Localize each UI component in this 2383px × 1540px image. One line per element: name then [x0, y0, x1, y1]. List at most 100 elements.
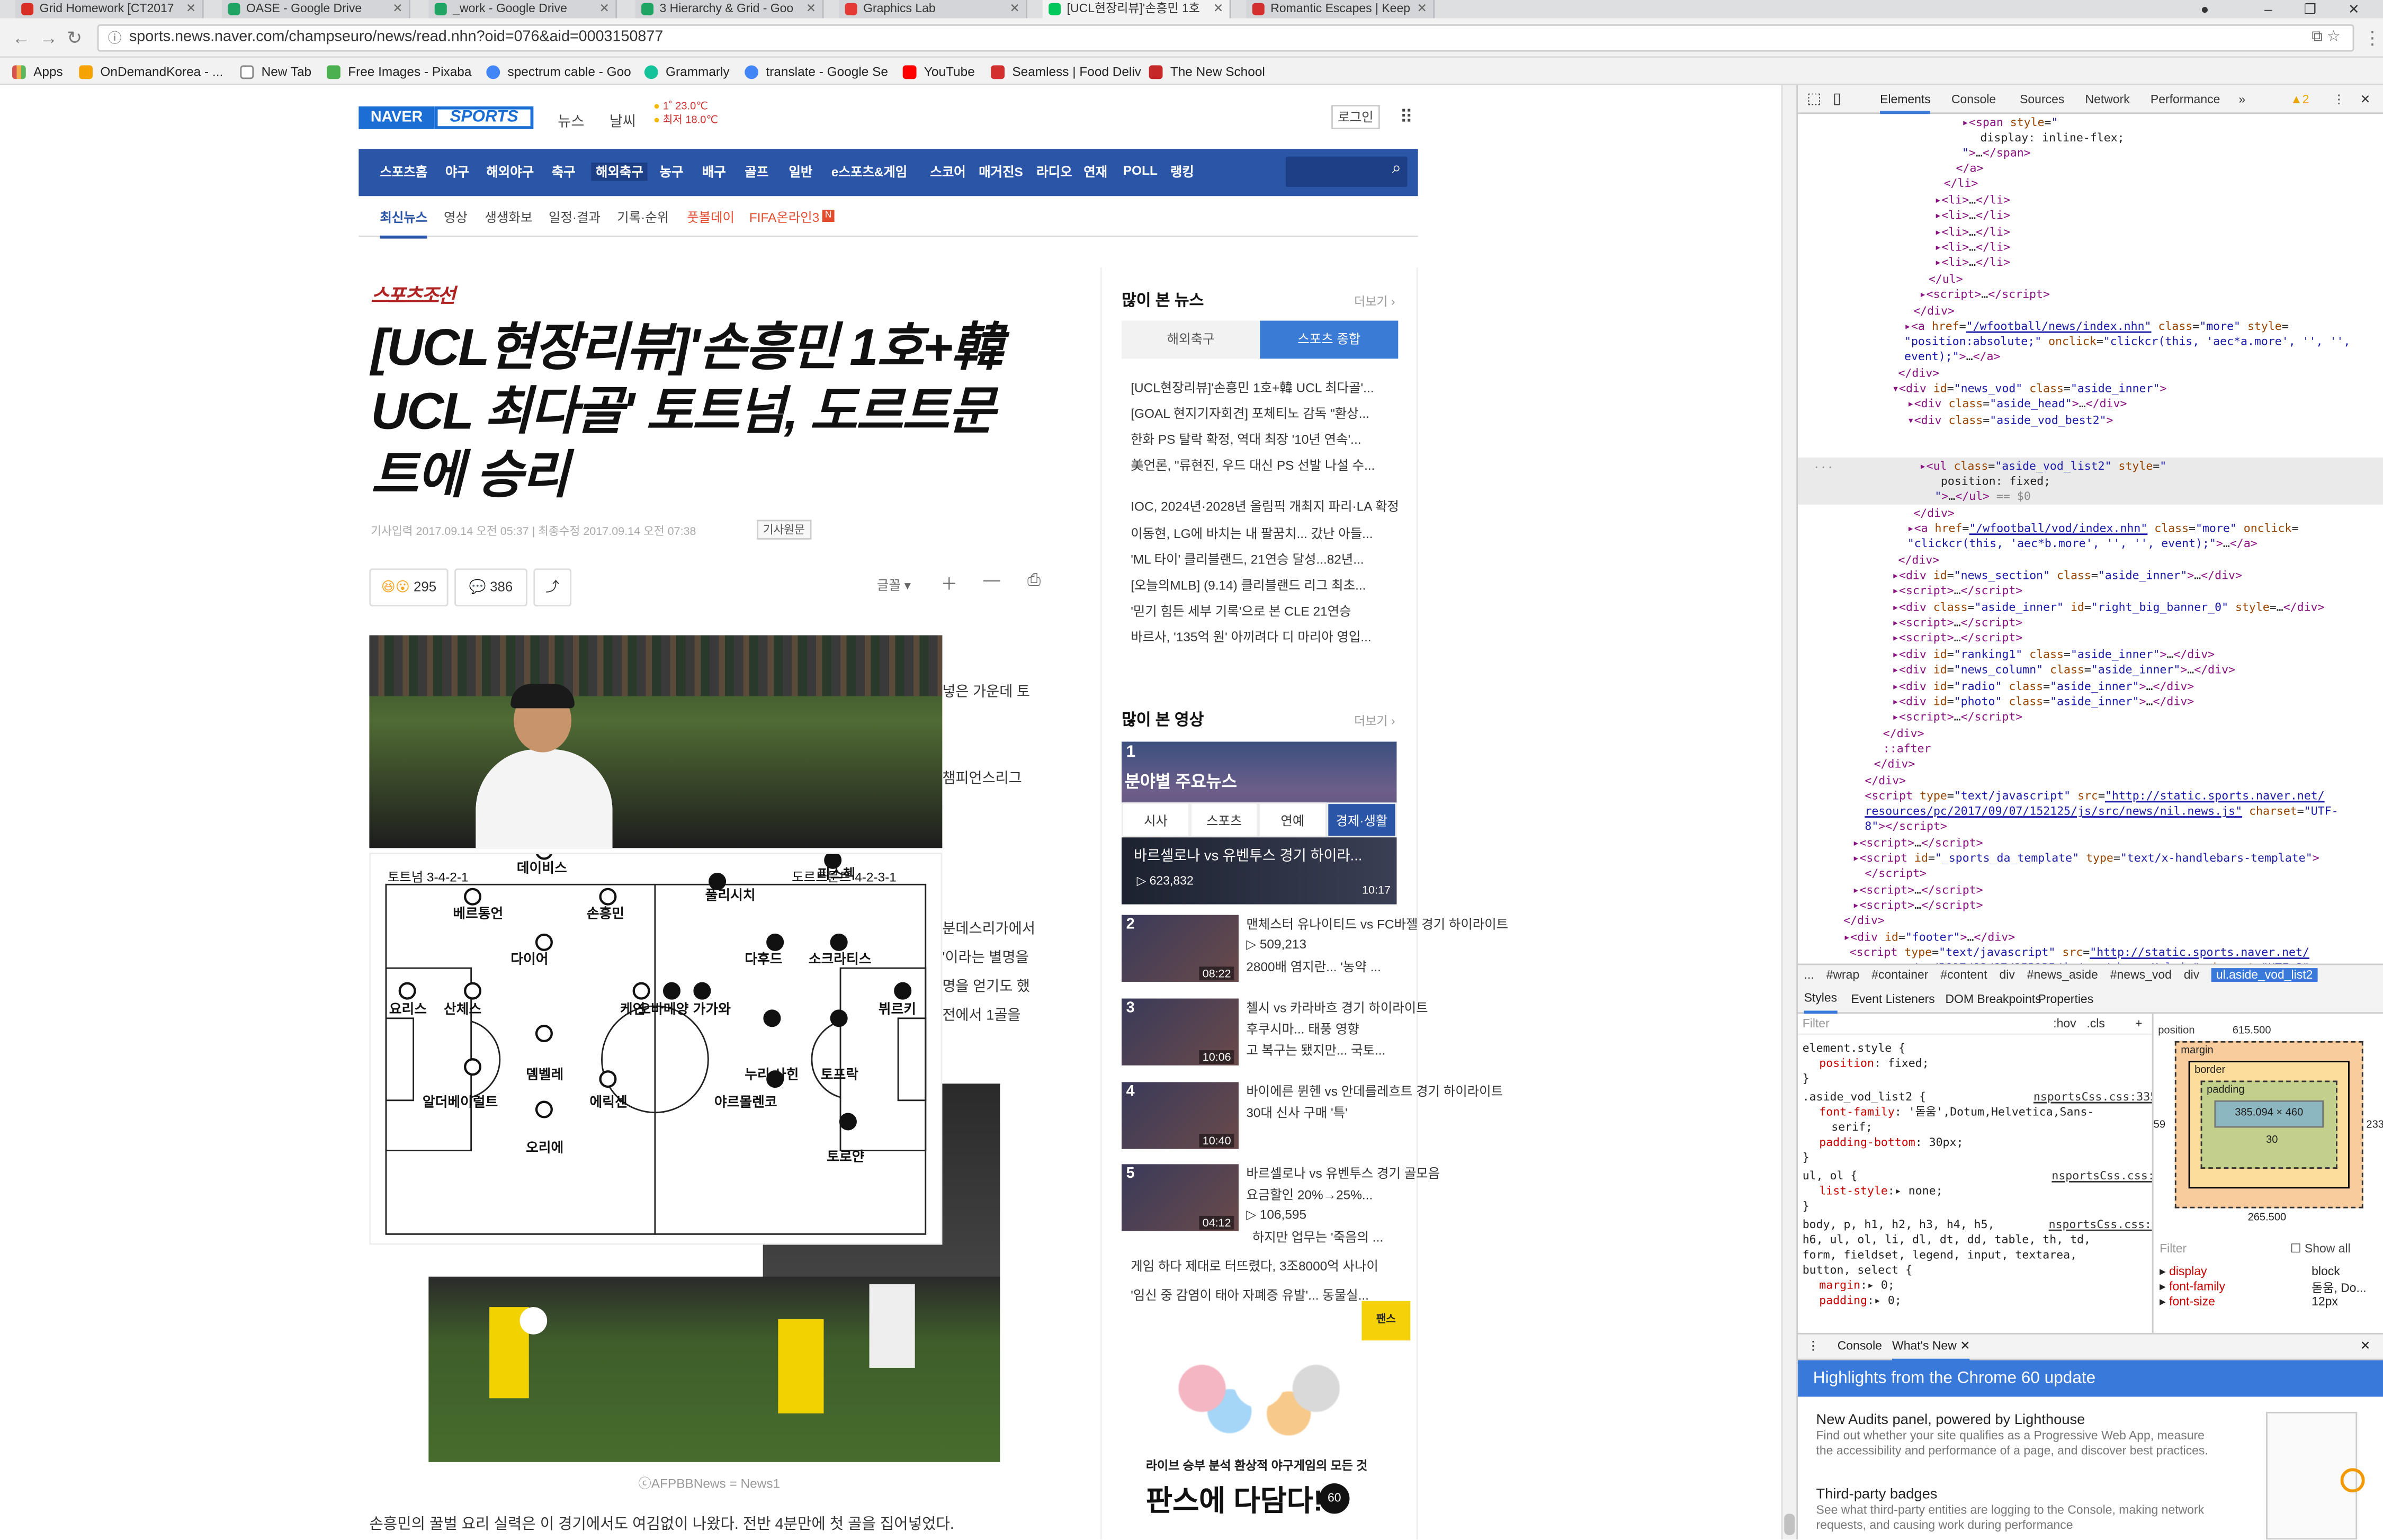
dom-tree[interactable]: ... ▸<span style=" display: inline-flex;…: [1798, 114, 2383, 973]
lnb-item[interactable]: 일정·결과: [549, 208, 601, 226]
drawer-tab-whats-new[interactable]: What's New ✕: [1892, 1335, 1970, 1362]
close-window-icon[interactable]: ✕: [2348, 0, 2360, 18]
breadcrumb-item[interactable]: div: [1999, 968, 2014, 982]
lnb-item[interactable]: 영상: [444, 208, 468, 226]
video-text[interactable]: 바르셀로나 vs 유벤투스 경기 골모음: [1246, 1164, 1440, 1182]
share-button[interactable]: ⤴: [533, 568, 572, 607]
tab-sports-all[interactable]: 스포츠 종합: [1260, 320, 1399, 359]
tab-properties[interactable]: Properties: [2038, 987, 2094, 1014]
vod-category[interactable]: 연예: [1258, 802, 1327, 838]
vod-category[interactable]: 스포츠: [1190, 802, 1259, 838]
video-text[interactable]: 바이에른 뮌헨 vs 안데를레흐트 경기 하이라이트: [1246, 1082, 1503, 1100]
ad-banner[interactable]: 팬스 라이브 승부 분석 환상적 야구게임의 모든 것 판스에 다담다! 60: [1133, 1301, 1411, 1529]
video-text[interactable]: ▷ 106,595: [1246, 1207, 1306, 1224]
breadcrumb-item[interactable]: #content: [1940, 968, 1987, 982]
zoom-out-icon[interactable]: —: [983, 571, 1000, 589]
vod-category[interactable]: 시사: [1121, 802, 1190, 838]
lnb-item[interactable]: FIFA온라인3: [749, 208, 819, 226]
vod-category-active[interactable]: 경제·생활: [1327, 802, 1397, 838]
drawer-tab-console[interactable]: Console: [1838, 1335, 1882, 1359]
computed-filter[interactable]: Filter: [2160, 1242, 2187, 1256]
show-all-checkbox[interactable]: ☐ Show all: [2290, 1242, 2351, 1256]
bookmark-item[interactable]: New Tab: [240, 61, 311, 82]
video-thumbnail[interactable]: 5 04:12: [1121, 1164, 1239, 1231]
gnb-item[interactable]: 연재: [1083, 163, 1107, 181]
popular-news-item[interactable]: [오늘의MLB] (9.14) 클리블랜드 리그 최초...: [1131, 576, 1417, 594]
forward-icon[interactable]: →: [40, 28, 58, 49]
popular-news-item[interactable]: 美언론, "류현진, 우드 대신 PS 선발 나설 수...: [1131, 456, 1417, 474]
press-logo[interactable]: 스포츠조선: [371, 280, 455, 309]
nav-weather-link[interactable]: 날씨: [610, 110, 636, 131]
minimize-icon[interactable]: –: [2264, 0, 2272, 18]
popular-news-item[interactable]: 'ML 타이' 클리블랜드, 21연승 달성...82년...: [1131, 550, 1417, 568]
breadcrumb-item[interactable]: #wrap: [1826, 968, 1860, 982]
bookmark-apps[interactable]: Apps: [12, 61, 63, 82]
original-article-button[interactable]: 기사원문: [757, 520, 811, 540]
browser-tab[interactable]: Graphics Lab ✕: [839, 0, 1028, 19]
gnb-item[interactable]: 일반: [789, 163, 812, 181]
breadcrumb-item[interactable]: div: [2184, 968, 2199, 982]
search-icon[interactable]: ⌕: [1392, 159, 1401, 179]
video-thumbnail[interactable]: 2 08:22: [1121, 915, 1239, 982]
close-drawer-icon[interactable]: ✕: [2360, 1335, 2370, 1359]
more-link[interactable]: 더보기 ›: [1354, 713, 1395, 730]
drawer-menu-icon[interactable]: ⋮: [1807, 1335, 1819, 1359]
video-text[interactable]: 후쿠시마... 태풍 영향: [1246, 1020, 1359, 1038]
lnb-item[interactable]: 기록·순위: [617, 208, 669, 226]
search-input[interactable]: ⌕: [1285, 156, 1408, 187]
video-text[interactable]: ▷ 509,213: [1246, 936, 1306, 953]
warning-badge[interactable]: ▲2: [2290, 85, 2309, 114]
popular-news-item[interactable]: 이동현, LG에 바치는 내 팔꿈치... 갔난 아들...: [1131, 524, 1417, 542]
video-text[interactable]: 첼시 vs 카라바흐 경기 하이라이트: [1246, 999, 1428, 1017]
gnb-item[interactable]: 해외야구: [486, 163, 534, 181]
close-icon[interactable]: ✕: [1417, 0, 1427, 18]
news-item[interactable]: 하지만 업무는 '죽음의 ...: [1252, 1228, 1383, 1246]
news-item[interactable]: 게임 하다 제대로 터뜨렸다, 3조8000억 사나이: [1131, 1257, 1378, 1275]
gnb-item[interactable]: 매거진S: [979, 163, 1023, 181]
styles-pane[interactable]: Filter :hov .cls + element.style { posit…: [1798, 1014, 2154, 1333]
tab-sources[interactable]: Sources: [2020, 85, 2064, 114]
bookmark-item[interactable]: spectrum cable - Goo: [486, 61, 631, 82]
gnb-item[interactable]: 배구: [702, 163, 726, 181]
bookmark-item[interactable]: OnDemandKorea - ...: [79, 61, 223, 82]
tab-dom-breakpoints[interactable]: DOM Breakpoints: [1945, 987, 2041, 1014]
font-button[interactable]: 글꼴 ▾: [877, 576, 911, 594]
more-tabs-icon[interactable]: »: [2238, 85, 2245, 114]
gnb-item[interactable]: 농구: [660, 163, 684, 181]
zoom-in-icon[interactable]: ＋: [940, 571, 957, 596]
new-rule-icon[interactable]: +: [2135, 1014, 2142, 1035]
breadcrumb-item[interactable]: #news_aside: [2027, 968, 2098, 982]
gnb-item[interactable]: POLL: [1123, 163, 1158, 178]
print-icon[interactable]: ⎙: [1027, 571, 1041, 591]
breadcrumb-item[interactable]: #container: [1871, 968, 1928, 982]
tab-styles[interactable]: Styles: [1804, 987, 1838, 1014]
close-devtools-icon[interactable]: ✕: [2360, 85, 2370, 114]
computed-row[interactable]: ▸ font-family 돋움, Do...: [2160, 1279, 2381, 1295]
naver-logo[interactable]: NAVER: [359, 106, 435, 129]
page-scrollbar[interactable]: [1781, 85, 1797, 1540]
tab-event-listeners[interactable]: Event Listeners: [1851, 987, 1935, 1014]
more-link[interactable]: 더보기 ›: [1354, 293, 1395, 310]
browser-tab[interactable]: 3 Hierarchy & Grid - Goo ✕: [635, 0, 824, 19]
device-icon[interactable]: ▯: [1833, 85, 1841, 114]
tab-overseas-soccer[interactable]: 해외축구: [1121, 320, 1260, 359]
browser-tab[interactable]: Grid Homework [CT2017 ✕: [15, 0, 204, 19]
bookmark-item[interactable]: translate - Google Se: [745, 61, 888, 82]
computed-row[interactable]: ▸ display block: [2160, 1265, 2381, 1278]
address-bar[interactable]: ⓘ sports.news.naver.com/champseuro/news/…: [97, 24, 2354, 52]
styles-filter-input[interactable]: Filter :hov .cls +: [1798, 1014, 2152, 1035]
bookmark-star-icon[interactable]: ⧉ ☆: [2312, 26, 2340, 50]
computed-row[interactable]: ▸ font-size 12px: [2160, 1295, 2381, 1309]
breadcrumb-item[interactable]: ...: [1804, 968, 1814, 982]
breadcrumb-item[interactable]: #news_vod: [2110, 968, 2172, 982]
whats-new-item[interactable]: New Audits panel, powered by Lighthouse …: [1816, 1412, 2219, 1459]
scrollbar-thumb[interactable]: [1784, 1514, 1795, 1535]
popular-news-item[interactable]: [GOAL 현지기자회견] 포체티노 감독 "환상...: [1131, 404, 1417, 422]
whats-new-item[interactable]: Third-party badges See what third-party …: [1816, 1487, 2219, 1534]
nav-news-link[interactable]: 뉴스: [558, 110, 584, 131]
gnb-item[interactable]: 스코어: [930, 163, 965, 181]
gnb-item[interactable]: 야구: [445, 163, 469, 181]
gnb-item[interactable]: 라디오: [1036, 163, 1072, 181]
video-thumbnail[interactable]: 3 10:06: [1121, 998, 1239, 1066]
lnb-item-active[interactable]: 최신뉴스: [380, 208, 428, 239]
